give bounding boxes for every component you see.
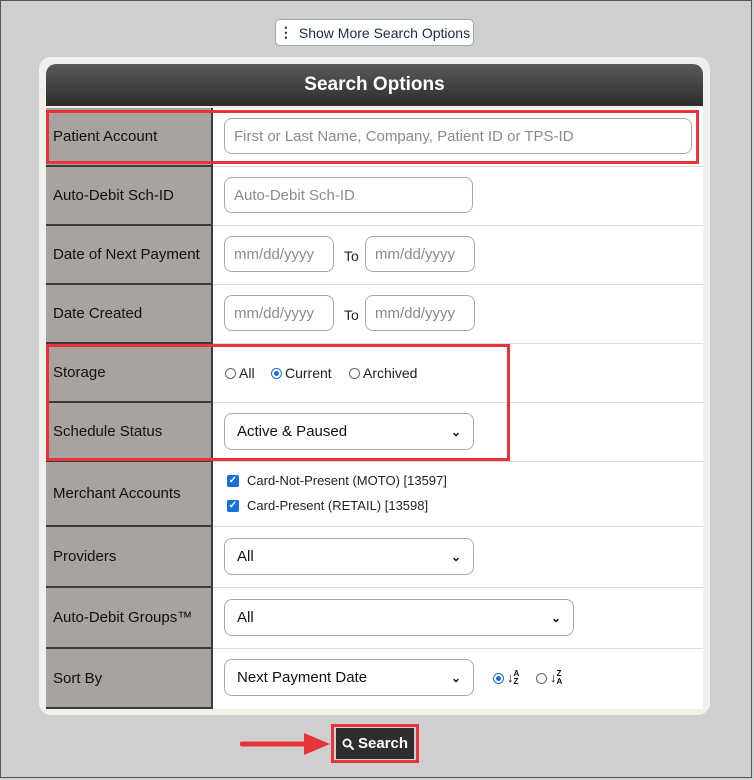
- row-merchant-accounts: Merchant Accounts ✓ Card-Not-Present (MO…: [46, 462, 703, 527]
- merchant-accounts-label: Merchant Accounts: [46, 462, 213, 527]
- providers-select[interactable]: All ⌄: [224, 538, 474, 575]
- row-storage: Storage All Current Archived: [46, 344, 703, 403]
- auto-debit-id-input[interactable]: [224, 177, 473, 213]
- radio-icon: [225, 367, 236, 379]
- next-payment-to-label: To: [344, 248, 359, 264]
- row-providers: Providers All ⌄: [46, 527, 703, 588]
- date-created-to-label: To: [344, 307, 359, 323]
- next-payment-from-input[interactable]: [224, 236, 334, 272]
- next-payment-to-input[interactable]: [365, 236, 475, 272]
- chevron-down-icon: ⌄: [450, 670, 461, 685]
- show-more-options-button[interactable]: ⋮ Show More Search Options: [275, 19, 474, 46]
- sort-by-label: Sort By: [46, 649, 213, 709]
- sort-by-select[interactable]: Next Payment Date ⌄: [224, 659, 474, 696]
- chevron-down-icon: ⌄: [550, 610, 561, 625]
- row-schedule-status: Schedule Status Active & Paused ⌄: [46, 403, 703, 462]
- date-created-from-input[interactable]: [224, 295, 334, 331]
- storage-option-current[interactable]: Current: [271, 365, 332, 381]
- schedule-status-label: Schedule Status: [46, 403, 213, 462]
- date-created-to-input[interactable]: [365, 295, 475, 331]
- date-created-label: Date Created: [46, 285, 213, 344]
- sort-za-icon: ↓ Z A: [550, 669, 563, 686]
- schedule-status-select[interactable]: Active & Paused ⌄: [224, 413, 474, 450]
- storage-option-archived[interactable]: Archived: [349, 365, 417, 381]
- show-more-options-label: Show More Search Options: [298, 24, 471, 41]
- radio-selected-icon: [271, 367, 282, 379]
- merchant-account-retail[interactable]: ✓ Card-Present (RETAIL) [13598]: [227, 498, 428, 513]
- patient-account-input[interactable]: [224, 118, 692, 154]
- vertical-dots-icon: ⋮: [278, 24, 293, 40]
- pointer-arrow-icon: [240, 733, 330, 755]
- radio-icon: [349, 367, 360, 379]
- chevron-down-icon: ⌄: [450, 424, 461, 439]
- sort-order-descending[interactable]: ↓ Z A: [536, 670, 562, 686]
- sort-order-ascending[interactable]: ↓ A Z: [493, 670, 519, 686]
- search-button[interactable]: Search: [336, 728, 414, 759]
- panel-title: Search Options: [46, 64, 703, 106]
- sort-az-icon: ↓ A Z: [507, 669, 520, 686]
- row-date-created: Date Created To: [46, 285, 703, 344]
- merchant-account-moto[interactable]: ✓ Card-Not-Present (MOTO) [13597]: [227, 473, 447, 488]
- row-auto-debit-groups: Auto-Debit Groups™ All ⌄: [46, 588, 703, 649]
- row-sort-by: Sort By Next Payment Date ⌄ ↓ A Z ↓ Z A: [46, 649, 703, 709]
- checkbox-checked-icon: ✓: [227, 474, 239, 487]
- auto-debit-id-label: Auto-Debit Sch-ID: [46, 167, 213, 226]
- next-payment-label: Date of Next Payment: [46, 226, 213, 285]
- patient-account-label: Patient Account: [46, 108, 213, 167]
- row-next-payment: Date of Next Payment To: [46, 226, 703, 285]
- row-patient-account: Patient Account: [46, 108, 703, 167]
- providers-label: Providers: [46, 527, 213, 588]
- radio-icon: [536, 672, 547, 684]
- chevron-down-icon: ⌄: [450, 549, 461, 564]
- radio-selected-icon: [493, 672, 504, 684]
- storage-option-all[interactable]: All: [225, 365, 255, 381]
- auto-debit-groups-select[interactable]: All ⌄: [224, 599, 574, 636]
- storage-label: Storage: [46, 344, 213, 403]
- auto-debit-groups-label: Auto-Debit Groups™: [46, 588, 213, 649]
- row-auto-debit-id: Auto-Debit Sch-ID: [46, 167, 703, 226]
- checkbox-checked-icon: ✓: [227, 499, 239, 512]
- search-icon: [342, 738, 354, 750]
